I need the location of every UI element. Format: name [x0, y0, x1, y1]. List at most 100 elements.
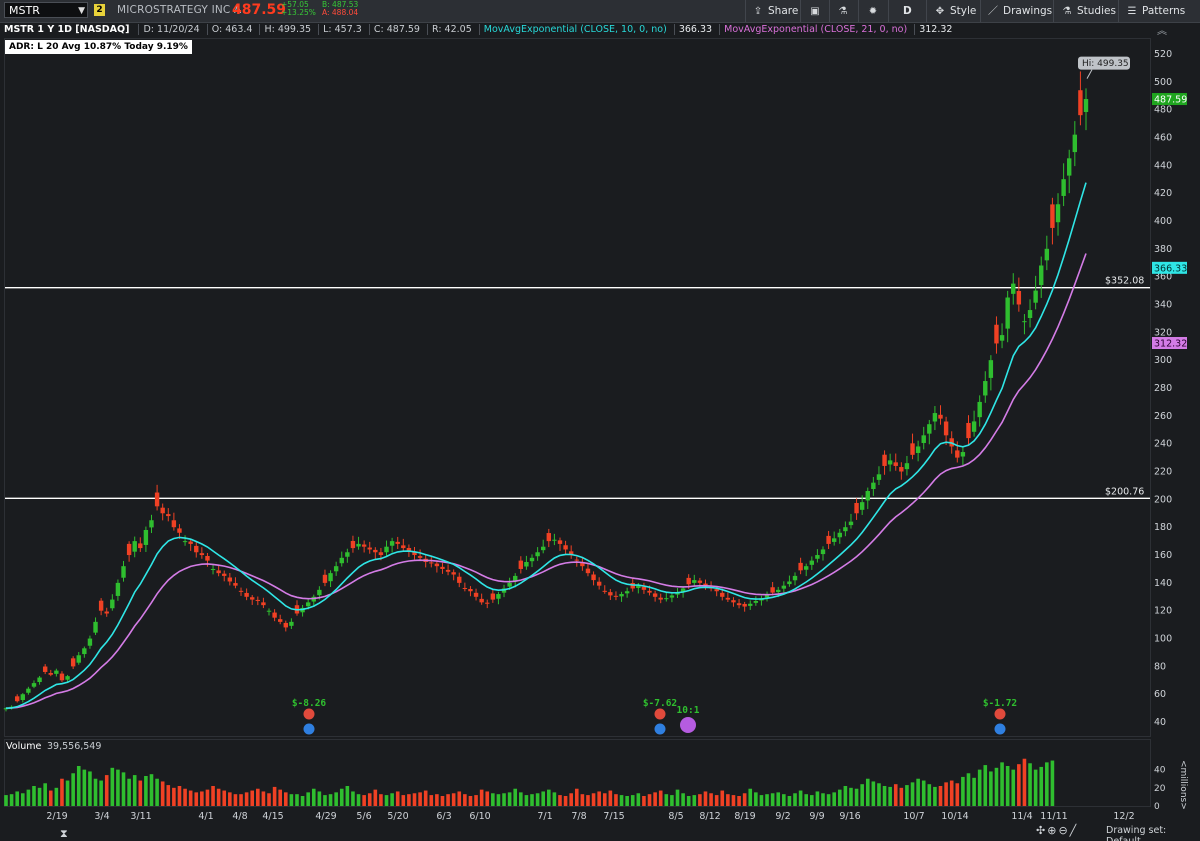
timeline-icon[interactable]: ⧗ [60, 827, 68, 841]
volume-bar [244, 792, 249, 806]
candle-body [552, 539, 557, 541]
x-axis-label: 7/15 [603, 811, 624, 822]
volume-bar [686, 796, 691, 806]
candle-body [328, 573, 333, 582]
volume-bar [99, 780, 103, 806]
candle-body [485, 602, 490, 604]
candle-body [356, 543, 361, 547]
high-marker-pointer [1086, 69, 1093, 79]
candle-body [289, 621, 294, 626]
candle-body [781, 585, 787, 589]
high-marker-label: Hi: 499.35 [1082, 59, 1129, 69]
candle-body [938, 414, 943, 419]
volume-bar [519, 792, 523, 806]
candle-body [171, 520, 177, 528]
volume-bar [513, 788, 518, 806]
zoom-in-icon[interactable]: ⊕ [1047, 824, 1058, 837]
candle-body [138, 543, 143, 549]
volume-bar [1045, 762, 1049, 806]
volume-bar [731, 795, 736, 806]
volume-bar [653, 792, 657, 806]
volume-bar [463, 794, 467, 806]
candle-body [899, 467, 904, 472]
y-tick-label: 40 [1154, 717, 1166, 728]
volume-bar [748, 788, 753, 806]
candle-body [395, 541, 400, 544]
volume-bar [110, 767, 115, 806]
volume-bar [373, 789, 378, 806]
volume-bar [821, 793, 825, 806]
volume-bar [71, 773, 75, 806]
y-tick-label: 300 [1154, 355, 1172, 366]
candle-body [451, 572, 456, 575]
volume-bar [345, 786, 350, 806]
candle-body [126, 543, 132, 556]
volume-bar [843, 786, 848, 806]
x-axis-label: 8/12 [699, 811, 720, 822]
candle-body [871, 482, 876, 489]
horizontal-level-label: $352.08 [1105, 276, 1144, 287]
drawing-pencil-icon[interactable]: ╱ [1070, 824, 1079, 837]
volume-bar [759, 795, 764, 806]
y-tick-label: 60 [1154, 689, 1166, 700]
candle-body [1061, 179, 1066, 196]
candle-body [210, 568, 216, 570]
candle-body [887, 460, 893, 465]
volume-bar [435, 794, 439, 806]
volume-bar [608, 790, 613, 806]
volume-bar [177, 786, 182, 806]
x-axis-label: 8/19 [734, 811, 755, 822]
volume-label: Volume [6, 741, 42, 752]
volume-bar [983, 765, 988, 806]
candle-body [686, 577, 691, 585]
candle-body [87, 638, 93, 646]
volume-bar [395, 791, 400, 806]
volume-bar [826, 794, 831, 806]
last-price-tag: 487.59 [1154, 95, 1187, 106]
candle-body [322, 574, 328, 583]
volume-bar [166, 785, 171, 806]
candle-body [216, 570, 221, 574]
candle-body [350, 540, 356, 549]
x-axis-label: 4/29 [315, 811, 336, 822]
volume-bar [737, 796, 741, 806]
candle-body [983, 381, 988, 396]
volume-bar [491, 793, 495, 806]
volume-bar [440, 796, 445, 806]
candle-body [837, 532, 842, 538]
candle-body [54, 670, 59, 674]
volume-bar [367, 793, 372, 806]
volume-bar [239, 794, 243, 806]
candle-body [110, 599, 115, 609]
zoom-out-icon[interactable]: ⊖ [1058, 824, 1069, 837]
candle-body [462, 588, 468, 590]
volume-bar [670, 795, 674, 806]
x-axis-label: 10/14 [941, 811, 968, 822]
volume-bar [116, 769, 120, 806]
volume-bar [849, 787, 853, 806]
candle-body [1044, 248, 1050, 261]
volume-bar [754, 792, 758, 806]
volume-bar [910, 782, 915, 806]
volume-axis-label: 40 [1154, 766, 1166, 776]
price-chart[interactable]: 4060801001201401601802002202402602803003… [0, 0, 1200, 841]
candle-body [943, 421, 949, 436]
earnings-icon [654, 708, 666, 720]
candle-body [753, 600, 759, 603]
volume-bar [524, 795, 529, 806]
candle-body [826, 535, 831, 544]
volume-bar [351, 791, 355, 806]
candle-body [121, 566, 126, 578]
earnings-icon [994, 708, 1006, 720]
crosshair-icon[interactable]: ✣ [1036, 824, 1047, 837]
y-tick-label: 380 [1154, 244, 1172, 255]
volume-bar [664, 794, 669, 806]
volume-bar [88, 771, 92, 806]
candle-body [1067, 158, 1072, 176]
volume-bar [888, 786, 892, 806]
volume-bar [121, 772, 126, 806]
candle-body [222, 573, 227, 576]
candle-body [440, 566, 445, 569]
candle-body [507, 582, 512, 587]
volume-bar [647, 794, 652, 806]
